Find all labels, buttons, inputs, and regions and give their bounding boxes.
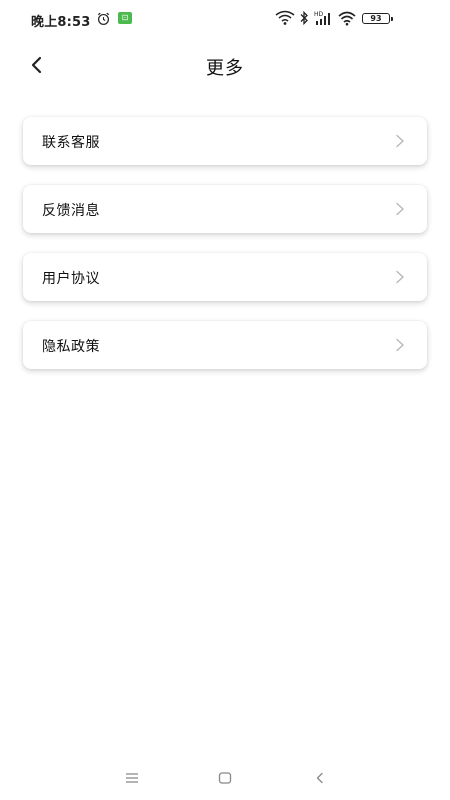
home-icon — [218, 772, 232, 784]
status-bar: 晚上8:53 ⊡ HD 93 — [0, 0, 450, 38]
menu-item-contact-service[interactable]: 联系客服 — [23, 117, 427, 165]
hd-signal-icon: HD — [314, 11, 330, 25]
chevron-right-icon — [396, 270, 404, 284]
app-notification-icon: ⊡ — [118, 12, 132, 24]
system-nav-bar — [0, 756, 450, 800]
menu-list: 联系客服 反馈消息 用户协议 隐私政策 — [23, 117, 427, 389]
menu-item-user-agreement[interactable]: 用户协议 — [23, 253, 427, 301]
menu-item-privacy-policy[interactable]: 隐私政策 — [23, 321, 427, 369]
menu-button[interactable] — [121, 768, 143, 788]
menu-icon — [126, 773, 138, 783]
chevron-right-icon — [396, 338, 404, 352]
page-title: 更多 — [206, 58, 244, 79]
menu-item-label: 用户协议 — [42, 271, 100, 287]
bluetooth-icon — [300, 10, 308, 26]
chevron-right-icon — [396, 202, 404, 216]
header: 更多 — [0, 38, 450, 94]
menu-item-label: 联系客服 — [42, 135, 100, 151]
alarm-icon — [97, 12, 110, 25]
menu-item-label: 反馈消息 — [42, 203, 100, 219]
chevron-right-icon — [396, 134, 404, 148]
back-icon — [316, 772, 323, 784]
battery-icon: 93 — [362, 13, 393, 24]
svg-text:HD: HD — [314, 11, 324, 18]
menu-item-feedback[interactable]: 反馈消息 — [23, 185, 427, 233]
wifi-icon — [338, 11, 356, 26]
home-button[interactable] — [214, 768, 236, 788]
wifi-icon — [275, 10, 295, 25]
menu-item-label: 隐私政策 — [42, 339, 100, 355]
nav-back-button[interactable] — [309, 768, 331, 788]
status-time: 晚上8:53 — [31, 15, 91, 30]
screen: 晚上8:53 ⊡ HD 93 更多 联系客服 反馈消息 用户协议 隐私政策 — [0, 0, 450, 800]
